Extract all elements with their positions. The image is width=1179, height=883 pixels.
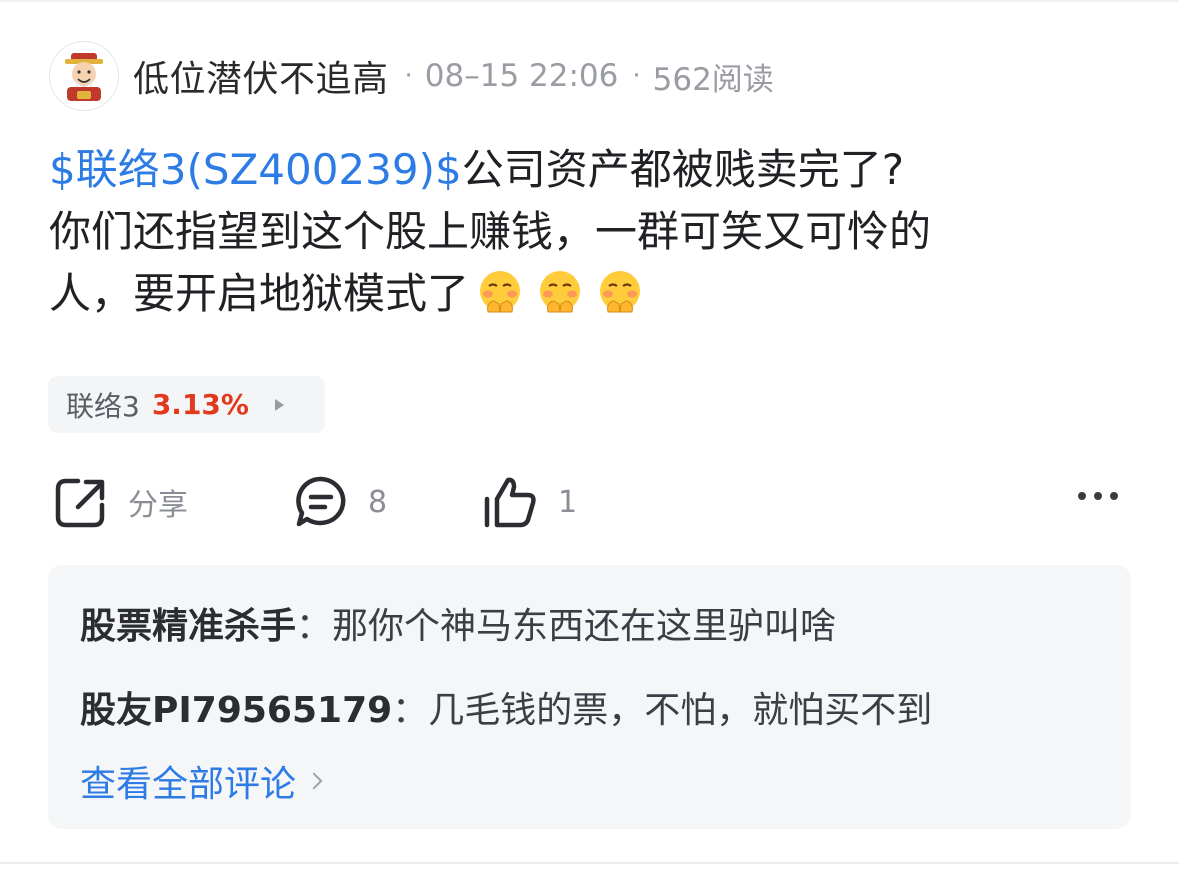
like-button[interactable]: 1 [482,474,577,530]
chip-stock-name: 联络3 [66,389,140,423]
post-line-1: $联络3(SZ400239)$公司资产都被贱卖完了? [49,139,1139,201]
emoji-group [475,268,655,318]
comment-author[interactable]: 股票精准杀手 [80,606,296,647]
meta-separator: · [404,61,413,91]
comments-preview-panel: 股票精准杀手：那你个神马东西还在这里驴叫啥 股友PI79565179：几毛钱的票… [48,565,1131,829]
read-count: 562阅读 [652,61,774,98]
avatar[interactable] [49,41,119,111]
post-meta: · 08–15 22:06 · 562阅读 [401,54,774,99]
play-arrow-icon [274,398,284,411]
chevron-right-icon [305,772,323,790]
bottom-divider [0,862,1179,864]
post-text-1: 公司资产都被贱卖完了? [461,145,904,194]
view-all-label: 查看全部评论 [80,764,297,805]
post-card: 低位潜伏不追高 · 08–15 22:06 · 562阅读 $联络3(SZ400… [0,0,1179,883]
comment-item[interactable]: 股友PI79565179：几毛钱的票，不怕，就怕买不到 [80,681,932,733]
comment-separator: ： [392,690,429,731]
chip-change-percent: 3.13% [151,388,249,421]
top-divider [0,0,1179,2]
view-all-comments-link[interactable]: 查看全部评论 [80,755,323,807]
post-line-3: 人，要开启地狱模式了 [49,263,1139,325]
post-header: 低位潜伏不追高 · 08–15 22:06 · 562阅读 [49,40,774,112]
more-dot-icon [1094,492,1102,500]
shushing-face-emoji-icon [540,271,581,313]
more-options-button[interactable] [1078,492,1126,500]
comment-item[interactable]: 股票精准杀手：那你个神马东西还在这里驴叫啥 [80,597,836,649]
thumbs-up-icon [484,477,536,528]
post-time: 08–15 22:06 [424,58,619,94]
author-name[interactable]: 低位潜伏不追高 [133,50,389,102]
comment-text: 几毛钱的票，不怕，就怕买不到 [428,690,933,731]
stock-mention-link[interactable]: $联络3(SZ400239)$ [49,145,462,194]
stock-chip[interactable]: 联络3 3.13% [48,376,325,433]
comment-button[interactable]: 8 [294,474,387,530]
more-dot-icon [1078,492,1086,500]
like-count: 1 [558,484,578,520]
shushing-face-emoji-icon [480,271,521,313]
share-icon [55,478,105,528]
comment-count: 8 [368,484,388,520]
comment-author[interactable]: 股友PI79565179 [80,690,392,731]
comment-text: 那你个神马东西还在这里驴叫啥 [332,606,837,647]
meta-separator: · [632,61,641,91]
share-label: 分享 [128,488,188,523]
post-text-3: 人，要开启地狱模式了 [49,269,470,318]
god-of-wealth-avatar-icon [65,53,103,101]
more-dot-icon [1110,492,1118,500]
shushing-face-emoji-icon [600,271,641,313]
post-body: $联络3(SZ400239)$公司资产都被贱卖完了? 你们还指望到这个股上赚钱，… [49,139,1139,325]
comment-icon [296,476,346,527]
comment-separator: ： [296,606,333,647]
post-line-2: 你们还指望到这个股上赚钱，一群可笑又可怜的 [49,207,932,256]
share-button[interactable]: 分享 [54,474,188,530]
